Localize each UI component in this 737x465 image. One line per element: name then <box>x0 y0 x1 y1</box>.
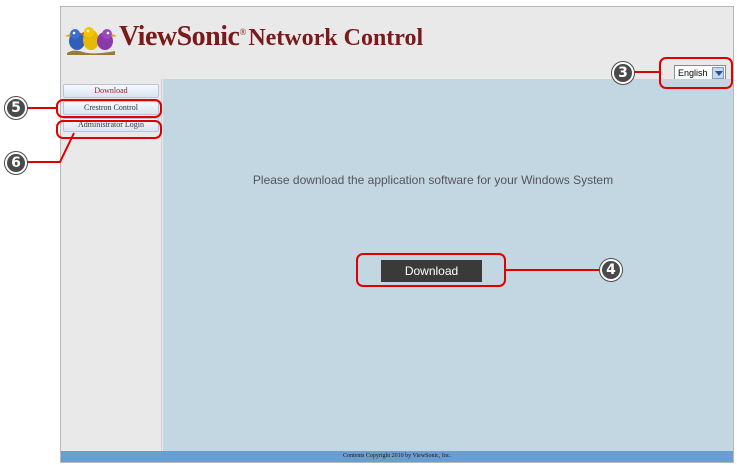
callout-marker-5: 5 <box>5 97 27 119</box>
callout-marker-4: 4 <box>600 259 622 281</box>
callout-line-5 <box>26 107 57 109</box>
callout-marker-3: 3 <box>612 62 634 84</box>
callout-line-4 <box>505 269 605 271</box>
callout-box-language <box>659 57 733 89</box>
registered-mark: ® <box>239 27 247 37</box>
brand-title: ViewSonic®Network Control <box>119 21 423 53</box>
download-instructions: Please download the application software… <box>252 173 614 187</box>
callout-box-download <box>356 253 506 287</box>
callout-marker-6: 6 <box>5 152 27 174</box>
brand-subtitle: Network Control <box>248 25 424 51</box>
callout-line-6 <box>26 132 75 163</box>
brand-name: ViewSonic <box>119 21 240 52</box>
callout-line-3 <box>630 71 660 73</box>
sidebar-item-download[interactable]: Download <box>63 84 159 98</box>
callout-box-crestron <box>56 99 162 118</box>
page-footer: Contents Copyright 2010 by ViewSonic, In… <box>61 451 733 462</box>
viewsonic-birds-logo <box>65 27 117 55</box>
